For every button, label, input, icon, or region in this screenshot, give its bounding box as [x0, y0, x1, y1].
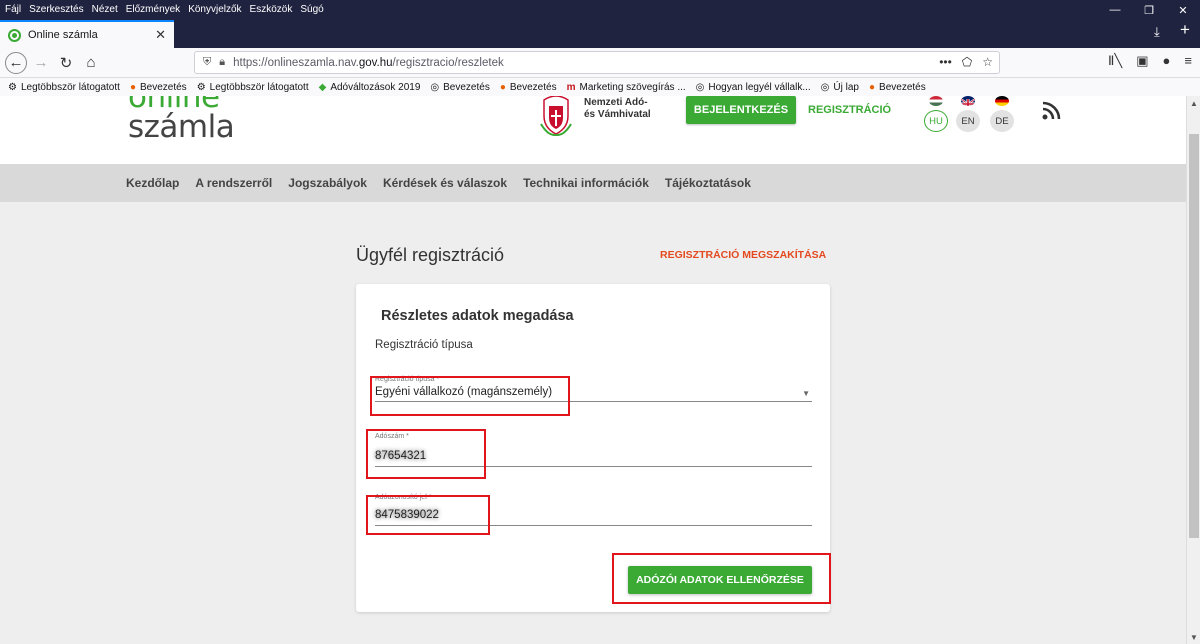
bookmark-item[interactable]: ◎ Hogyan legyél vállalk... — [696, 82, 811, 93]
scrollbar-thumb[interactable] — [1189, 134, 1199, 538]
card-title: Részletes adatok megadása — [381, 308, 574, 324]
bookmark-item[interactable]: ● Bevezetés — [130, 82, 187, 93]
nav-crest-icon — [540, 96, 572, 136]
tab-title: Online számla — [28, 29, 98, 41]
library-icon[interactable]: Ⅱ╲ — [1108, 53, 1122, 69]
nav-item-notices[interactable]: Tájékoztatások — [665, 176, 751, 190]
card-subtitle: Regisztráció típusa — [375, 339, 473, 351]
login-button[interactable]: BEJELENTKEZÉS — [686, 96, 796, 124]
highlight-box — [612, 553, 831, 604]
forward-icon[interactable]: → — [30, 52, 52, 74]
online-szamla-logo[interactable]: online számla — [128, 96, 235, 143]
nav-item-legislation[interactable]: Jogszabályok — [288, 176, 367, 190]
scroll-down-icon[interactable]: ▼ — [1187, 630, 1200, 644]
window-controls: — ❐ ✕ — [1098, 0, 1200, 18]
gear-icon: ⚙ — [196, 81, 206, 93]
page-viewport: online számla Nemzeti Adó- és Vámhivatal… — [0, 96, 1186, 644]
bookmark-item[interactable]: ◆ Adóváltozások 2019 — [319, 82, 421, 93]
pocket-icon[interactable]: ⬠ — [962, 55, 972, 69]
bookmark-item[interactable]: ● Bevezetés — [869, 82, 926, 93]
menu-bookmarks[interactable]: Könyvjelzők — [188, 4, 241, 15]
menu-view[interactable]: Nézet — [92, 4, 118, 15]
menu-tools[interactable]: Eszközök — [250, 4, 293, 15]
bookmark-item[interactable]: m Marketing szövegírás ... — [567, 82, 686, 93]
uk-flag-icon — [961, 96, 975, 106]
lang-en[interactable]: EN — [956, 96, 980, 132]
highlight-box — [366, 495, 490, 535]
bookmarks-toolbar: ⚙ Legtöbbször látogatott ● Bevezetés ⚙ Legt… — [0, 78, 1200, 96]
rss-icon[interactable] — [1042, 100, 1062, 120]
page-actions-icon[interactable]: ••• — [939, 55, 952, 69]
bookmark-item[interactable]: ◎ Bevezetés — [430, 82, 489, 93]
site-header: online számla Nemzeti Adó- és Vámhivatal… — [0, 96, 1186, 164]
app-menubar: Fájl Szerkesztés Nézet Előzmények Könyvj… — [0, 0, 1200, 18]
site-favicon-icon — [8, 28, 21, 42]
globe-icon: ◎ — [695, 81, 705, 93]
bookmark-item[interactable]: ⚙ Legtöbbször látogatott — [197, 82, 309, 93]
restore-icon[interactable]: ❐ — [1132, 0, 1166, 20]
nav-item-technical[interactable]: Technikai információk — [523, 176, 649, 190]
nav-name: Nemzeti Adó- és Vámhivatal — [584, 97, 651, 120]
account-icon[interactable]: ● — [1163, 53, 1171, 69]
tab-strip: Online számla ✕ ⤓ + — [0, 18, 1200, 48]
minimize-icon[interactable]: — — [1098, 0, 1132, 20]
page-scrollbar[interactable]: ▲ ▼ — [1186, 96, 1200, 644]
main-navigation: Kezdőlap A rendszerről Jogszabályok Kérd… — [0, 164, 1186, 202]
nav-item-faq[interactable]: Kérdések és válaszok — [383, 176, 507, 190]
lang-de[interactable]: DE — [990, 96, 1014, 132]
firefox-icon: ● — [499, 81, 506, 93]
tab-online-szamla[interactable]: Online számla ✕ — [0, 20, 174, 48]
highlight-box — [370, 376, 570, 416]
menu-history[interactable]: Előzmények — [126, 4, 180, 15]
menu-help[interactable]: Súgó — [300, 4, 323, 15]
reload-icon[interactable]: ↻ — [55, 52, 77, 74]
site-icon: ◆ — [318, 81, 327, 93]
sidebar-icon[interactable]: ▣ — [1136, 53, 1148, 69]
home-icon[interactable]: ⌂ — [80, 52, 102, 74]
cancel-registration-link[interactable]: REGISZTRÁCIÓ MEGSZAKÍTÁSA — [660, 249, 826, 261]
navigation-toolbar: ← → ↻ ⌂ ⛨ 🔒︎ https://onlineszamla.nav.go… — [0, 48, 1200, 78]
highlight-box — [366, 429, 486, 479]
bookmark-star-icon[interactable]: ☆ — [982, 55, 993, 69]
url-text: https://onlineszamla.nav.gov.hu/regisztr… — [233, 56, 504, 69]
shield-icon[interactable]: ⛨ — [203, 56, 211, 69]
lang-hu[interactable]: HU — [924, 96, 948, 132]
gear-icon: ⚙ — [8, 81, 17, 93]
m-icon: m — [566, 81, 576, 93]
hungary-flag-icon — [929, 96, 943, 106]
tab-list-icon[interactable]: ⤓ — [1154, 24, 1160, 40]
globe-icon: ◎ — [820, 81, 830, 93]
bookmark-item[interactable]: ⚙ Legtöbbször látogatott — [8, 82, 120, 93]
nav-item-home[interactable]: Kezdőlap — [126, 176, 179, 190]
germany-flag-icon — [995, 96, 1009, 106]
scroll-up-icon[interactable]: ▲ — [1187, 96, 1200, 110]
register-link[interactable]: REGISZTRÁCIÓ — [808, 104, 891, 116]
hamburger-menu-icon[interactable]: ≡ — [1184, 53, 1192, 69]
nav-item-about[interactable]: A rendszerről — [195, 176, 272, 190]
bookmark-item[interactable]: ◎ Új lap — [821, 82, 859, 93]
page-title: Ügyfél regisztráció — [356, 245, 505, 265]
url-bar[interactable]: ⛨ 🔒︎ https://onlineszamla.nav.gov.hu/reg… — [194, 51, 1000, 74]
firefox-icon: ● — [868, 81, 876, 93]
close-tab-icon[interactable]: ✕ — [155, 27, 166, 43]
dropdown-arrow-icon[interactable]: ▼ — [802, 389, 810, 398]
bookmark-item[interactable]: ● Bevezetés — [500, 82, 557, 93]
menu-file[interactable]: Fájl — [5, 4, 21, 15]
firefox-icon: ● — [129, 81, 136, 93]
menu-edit[interactable]: Szerkesztés — [29, 4, 83, 15]
back-icon[interactable]: ← — [5, 51, 27, 74]
close-window-icon[interactable]: ✕ — [1166, 0, 1200, 20]
lock-icon[interactable]: 🔒︎ — [219, 56, 225, 69]
globe-icon: ◎ — [430, 81, 440, 93]
new-tab-icon[interactable]: + — [1180, 20, 1190, 40]
